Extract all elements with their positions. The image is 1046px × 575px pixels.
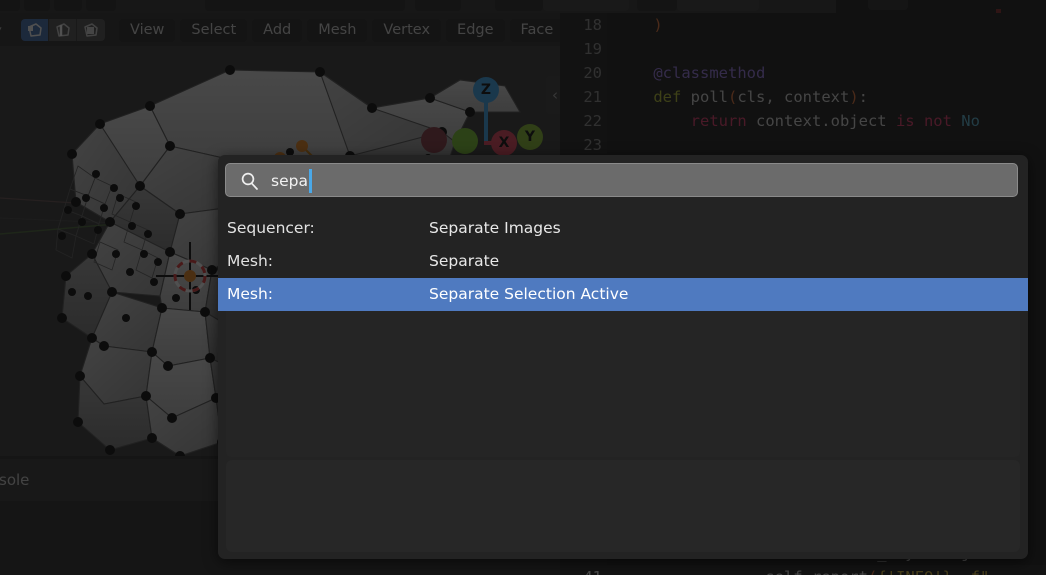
console-tab-label: sole [0,471,30,489]
search-result-row[interactable]: Mesh: Separate Selection Active [218,278,1028,311]
sidebar-toggle[interactable]: ‹ [546,76,560,114]
popup-body-panel [226,297,1020,457]
gizmo-axis-x[interactable]: X [491,130,517,156]
text-cursor [309,169,312,193]
code-text: ) [653,16,663,34]
operator-search-popup[interactable]: sepa Sequencer: Separate Images Mesh: Separ… [218,155,1028,559]
header-chip[interactable] [495,0,543,11]
gizmo-axis-neg-y[interactable] [452,128,478,154]
code-line[interactable]: 22 return context.object is not No [560,109,1046,133]
header-chip[interactable] [677,0,759,11]
result-category: Mesh: [227,285,274,303]
viewport-header: ▾ [0,13,560,46]
header-chip[interactable] [24,0,50,11]
edge-select-mode[interactable] [49,19,77,41]
result-name: Separate [429,252,500,270]
editor-header-chip[interactable] [868,0,908,10]
chevron-down-icon[interactable]: ▾ [0,24,10,36]
code-line[interactable]: 19 [560,37,1046,61]
header-chip[interactable] [0,0,20,11]
select-mode-group[interactable] [21,19,105,41]
gizmo-axis-z[interactable]: Z [473,77,499,103]
code-text: @classmethod [653,64,766,82]
code-line[interactable]: 20 @classmethod [560,61,1046,85]
line-number: 19 [583,40,602,58]
vertex-select-mode[interactable] [21,19,49,41]
code-line[interactable]: 21 def poll(cls, context): [560,85,1046,109]
menu-view[interactable]: View [119,19,176,42]
gizmo-axis-neg-x[interactable] [421,127,447,153]
line-number: 23 [583,136,602,154]
result-name: Separate Selection Active [429,285,629,303]
line-number: 18 [583,16,602,34]
header-chip[interactable] [54,0,82,11]
line-number: 41 [560,565,602,575]
code-text: self.report({'INFO'}, f" [616,565,989,575]
code-text: def poll(cls, context): [653,88,868,106]
menu-add[interactable]: Add [252,19,303,42]
code-line[interactable]: 18 ) [560,13,1046,37]
blender-window: ▾ [0,0,1046,575]
line-number: 21 [583,88,602,106]
header-chip[interactable] [543,0,629,11]
result-name: Separate Images [429,219,561,237]
menu-face[interactable]: Face [509,19,560,42]
header-chip[interactable] [86,0,116,11]
search-result-row[interactable]: Mesh: Separate [218,245,1028,278]
search-input[interactable]: sepa [225,163,1018,197]
line-number: 20 [583,64,602,82]
menu-select[interactable]: Select [180,19,248,42]
header-chip[interactable] [205,0,405,11]
search-results-list[interactable]: Sequencer: Separate Images Mesh: Separate Me… [218,212,1028,311]
code-text: return context.object is not No [690,112,980,130]
result-category: Sequencer: [227,219,315,237]
header-chip[interactable] [637,0,677,11]
menu-vertex[interactable]: Vertex [372,19,442,42]
menu-edge[interactable]: Edge [446,19,505,42]
popup-footer-panel [226,460,1020,552]
menu-mesh[interactable]: Mesh [307,19,368,42]
result-category: Mesh: [227,252,274,270]
search-query-text: sepa [271,172,308,190]
top-header-strip [0,0,1046,13]
search-result-row[interactable]: Sequencer: Separate Images [218,212,1028,245]
navigation-gizmo[interactable]: Z X Y [421,68,551,164]
header-chip[interactable] [415,0,461,11]
viewport-menu-bar[interactable]: View Select Add Mesh Vertex Edge Face [119,19,560,42]
gizmo-axis-y[interactable]: Y [517,124,543,150]
code-line[interactable]: 23 [560,133,1046,157]
search-icon [240,171,260,191]
line-number: 22 [583,112,602,130]
face-select-mode[interactable] [77,19,105,41]
code-line[interactable]: 41 self.report({'INFO'}, f" [560,565,1046,575]
